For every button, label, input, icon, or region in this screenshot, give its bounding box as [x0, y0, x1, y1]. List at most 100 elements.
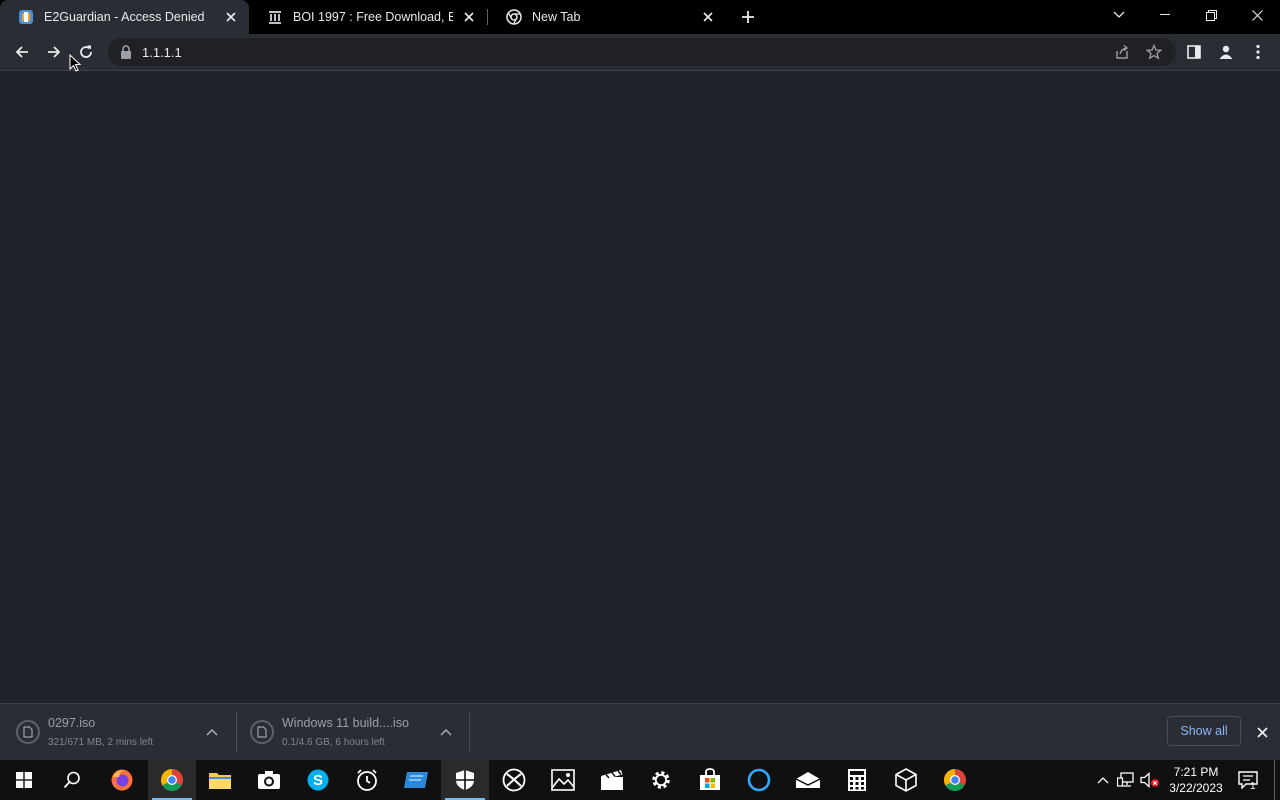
profile-icon [1219, 45, 1233, 59]
e2guardian-icon [18, 9, 34, 25]
taskbar-clock[interactable]: 7:21 PM 3/22/2023 [1162, 764, 1230, 796]
address-bar[interactable]: 1.1.1.1 [108, 38, 1176, 66]
forward-button[interactable] [40, 38, 68, 66]
taskbar-3d-viewer[interactable] [882, 760, 930, 800]
windows-start-icon [16, 772, 32, 788]
plus-icon [742, 11, 754, 23]
taskbar-remote-desktop[interactable] [392, 760, 440, 800]
taskbar-chrome[interactable] [148, 760, 196, 800]
start-button[interactable] [0, 760, 48, 800]
url-text[interactable]: 1.1.1.1 [142, 45, 182, 60]
taskbar-mail[interactable] [784, 760, 832, 800]
tab-archive-org[interactable]: BOI 1997 : Free Download, Borrow [249, 0, 487, 34]
file-icon [250, 720, 274, 744]
new-tab-button[interactable] [737, 6, 759, 28]
show-desktop-divider[interactable] [1274, 760, 1275, 800]
minimize-button[interactable] [1142, 0, 1188, 30]
forward-arrow-icon [48, 46, 61, 58]
close-icon[interactable] [461, 9, 477, 25]
page-content[interactable] [0, 71, 1280, 703]
3d-viewer-icon [895, 768, 917, 792]
taskbar-firefox[interactable] [98, 760, 146, 800]
taskbar-alarms[interactable] [343, 760, 391, 800]
download-status: 0.1/4.6 GB, 6 hours left [282, 737, 385, 748]
chevron-down-icon [1113, 11, 1125, 18]
chevron-up-icon [206, 728, 218, 736]
share-icon [1116, 44, 1129, 59]
taskbar-search[interactable] [48, 760, 96, 800]
menu-button[interactable] [1244, 38, 1272, 66]
taskbar-xbox[interactable] [490, 760, 538, 800]
chrome-icon [506, 9, 522, 25]
download-filename: Windows 11 build....iso [282, 716, 409, 730]
file-icon [16, 720, 40, 744]
show-all-button[interactable]: Show all [1167, 716, 1241, 746]
tab-new-tab[interactable]: New Tab [488, 0, 726, 34]
profile-button[interactable] [1212, 38, 1240, 66]
chevron-up-icon [440, 728, 452, 736]
windows-taskbar: S 7:21 PM 3/22/2023 1 [0, 760, 1280, 800]
bookmark-button[interactable] [1144, 42, 1164, 62]
tab-title: New Tab [532, 10, 581, 24]
action-center-button[interactable]: 1 [1236, 760, 1260, 800]
taskbar-microsoft-store[interactable] [686, 760, 734, 800]
firefox-icon [111, 769, 133, 791]
remote-desktop-icon [404, 772, 428, 788]
taskbar-calculator[interactable] [833, 760, 881, 800]
restore-button[interactable] [1188, 0, 1234, 30]
taskbar-settings[interactable] [637, 760, 685, 800]
microsoft-store-icon [700, 768, 720, 790]
volume-tray-button[interactable] [1140, 760, 1160, 800]
mouse-cursor-icon [69, 54, 81, 72]
movies-tv-icon [601, 770, 623, 790]
photos-icon [551, 769, 575, 791]
tab-title: E2Guardian - Access Denied [44, 10, 205, 24]
chevron-up-icon [1097, 777, 1109, 784]
file-explorer-icon [209, 773, 231, 789]
taskbar-file-explorer[interactable] [196, 760, 244, 800]
download-options-button[interactable] [436, 722, 456, 742]
tab-e2guardian[interactable]: E2Guardian - Access Denied [0, 0, 249, 34]
clock-date: 3/22/2023 [1169, 781, 1223, 795]
download-shelf: 0297.iso 321/671 MB, 2 mins left Windows… [0, 703, 1280, 760]
download-filename: 0297.iso [48, 716, 96, 730]
taskbar-skype[interactable]: S [294, 760, 342, 800]
taskbar-camera[interactable] [245, 760, 293, 800]
back-arrow-icon [15, 46, 28, 58]
taskbar-chrome-2[interactable] [931, 760, 979, 800]
taskbar-windows-security[interactable] [441, 760, 489, 800]
volume-muted-icon [1140, 772, 1159, 788]
alarms-clock-icon [357, 769, 377, 791]
network-tray-button[interactable] [1116, 760, 1136, 800]
download-options-button[interactable] [202, 722, 222, 742]
close-icon[interactable] [700, 9, 716, 25]
clock-time: 7:21 PM [1173, 765, 1219, 779]
mail-icon [795, 772, 821, 788]
lock-icon [121, 45, 131, 59]
taskbar-cortana[interactable] [735, 760, 783, 800]
restore-icon [1205, 9, 1217, 21]
skype-icon: S [307, 769, 329, 791]
tab-search-button[interactable] [1096, 0, 1142, 30]
settings-icon [652, 771, 670, 789]
download-item[interactable]: Windows 11 build....iso 0.1/4.6 GB, 6 ho… [234, 704, 470, 760]
chrome-icon [944, 769, 966, 791]
search-icon [63, 771, 80, 789]
side-panel-button[interactable] [1180, 38, 1208, 66]
cortana-icon [747, 768, 771, 792]
more-icon [1256, 44, 1260, 60]
browser-toolbar: 1.1.1.1 [0, 34, 1280, 71]
taskbar-movies-tv[interactable] [588, 760, 636, 800]
calculator-icon [848, 769, 866, 791]
network-icon [1117, 772, 1134, 787]
show-hidden-icons-button[interactable] [1094, 760, 1112, 800]
close-shelf-button[interactable] [1252, 722, 1272, 742]
share-button[interactable] [1112, 42, 1132, 62]
close-icon[interactable] [223, 9, 239, 25]
side-panel-icon [1187, 45, 1201, 59]
download-item[interactable]: 0297.iso 321/671 MB, 2 mins left [0, 704, 236, 760]
chrome-icon [161, 769, 183, 791]
close-window-button[interactable] [1234, 0, 1280, 30]
taskbar-photos[interactable] [539, 760, 587, 800]
back-button[interactable] [8, 38, 36, 66]
